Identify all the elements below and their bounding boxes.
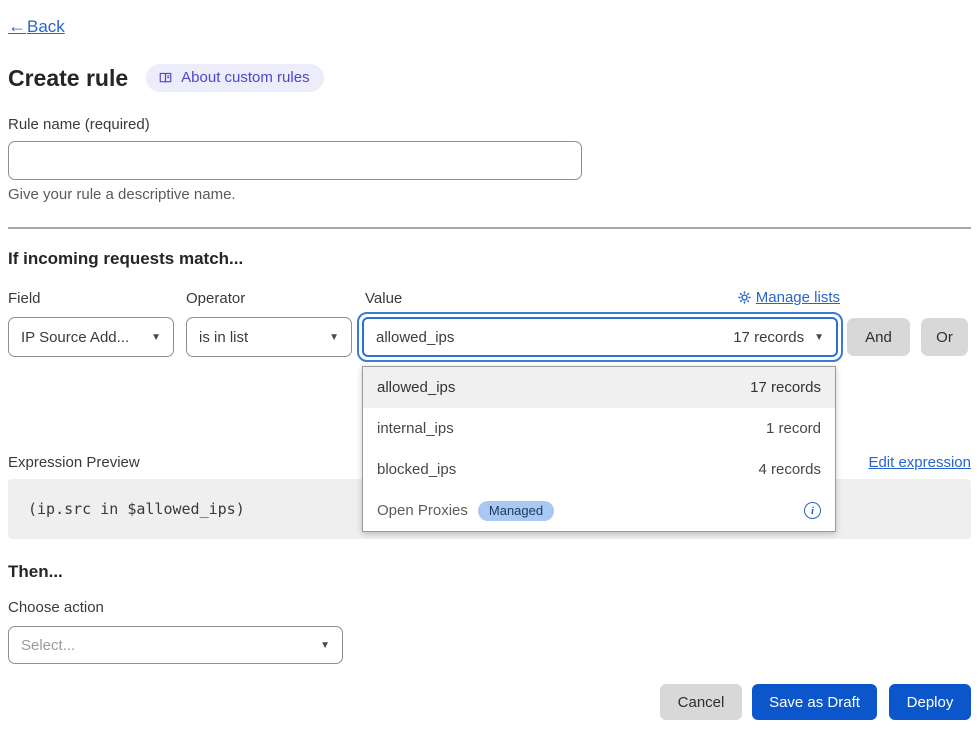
rule-name-help-text: Give your rule a descriptive name. — [8, 186, 236, 203]
create-rule-page: ←Back Create rule About custom rules Rul… — [0, 0, 979, 739]
managed-badge: Managed — [478, 501, 554, 521]
rule-name-input[interactable] — [8, 141, 582, 180]
field-select-value: IP Source Add... — [21, 329, 129, 346]
match-section-heading: If incoming requests match... — [8, 249, 243, 269]
operator-select-value: is in list — [199, 329, 248, 346]
edit-expression-link[interactable]: Edit expression — [868, 454, 971, 471]
field-select[interactable]: IP Source Add... ▼ — [8, 317, 174, 357]
about-custom-rules-link[interactable]: About custom rules — [146, 64, 323, 92]
then-section-heading: Then... — [8, 562, 63, 582]
deploy-button[interactable]: Deploy — [889, 684, 971, 720]
action-select-placeholder: Select... — [21, 637, 75, 654]
expression-code: (ip.src in $allowed_ips) — [28, 500, 245, 518]
manage-lists-label: Manage lists — [756, 289, 840, 306]
chevron-down-icon: ▼ — [329, 332, 339, 343]
value-select-record-count: 17 records — [733, 329, 804, 346]
list-option-allowed-ips[interactable]: allowed_ips 17 records — [363, 367, 835, 408]
value-select[interactable]: allowed_ips 17 records ▼ — [362, 317, 838, 357]
expression-preview-label: Expression Preview — [8, 454, 140, 471]
list-option-name: Open Proxies — [377, 502, 468, 519]
list-option-internal-ips[interactable]: internal_ips 1 record — [363, 408, 835, 449]
list-option-name: blocked_ips — [377, 461, 456, 478]
book-icon — [158, 71, 173, 85]
back-link[interactable]: ←Back — [8, 16, 65, 37]
chevron-down-icon: ▼ — [320, 640, 330, 651]
value-label: Value — [365, 290, 402, 307]
value-select-value: allowed_ips — [376, 329, 733, 346]
save-as-draft-button[interactable]: Save as Draft — [752, 684, 877, 720]
manage-lists-link[interactable]: Manage lists — [738, 289, 840, 306]
list-option-meta: 4 records — [758, 461, 821, 478]
operator-select[interactable]: is in list ▼ — [186, 317, 352, 357]
back-arrow-icon: ← — [8, 16, 26, 37]
chevron-down-icon: ▼ — [814, 332, 824, 343]
list-option-meta: 1 record — [766, 420, 821, 437]
rule-name-label: Rule name (required) — [8, 116, 150, 133]
list-option-name: allowed_ips — [377, 379, 455, 396]
title-row: Create rule About custom rules — [8, 64, 324, 92]
page-title: Create rule — [8, 65, 128, 92]
about-label: About custom rules — [181, 69, 309, 86]
section-divider — [8, 227, 971, 229]
or-button[interactable]: Or — [921, 318, 968, 356]
and-button[interactable]: And — [847, 318, 910, 356]
list-option-name: internal_ips — [377, 420, 454, 437]
choose-action-label: Choose action — [8, 599, 104, 616]
info-icon[interactable]: i — [804, 502, 821, 519]
gear-icon — [738, 291, 751, 304]
list-option-blocked-ips[interactable]: blocked_ips 4 records — [363, 449, 835, 490]
action-select[interactable]: Select... ▼ — [8, 626, 343, 664]
operator-label: Operator — [186, 290, 245, 307]
cancel-button[interactable]: Cancel — [660, 684, 742, 720]
field-label: Field — [8, 290, 41, 307]
list-option-open-proxies[interactable]: Open Proxies Managed i — [363, 490, 835, 531]
value-select-focus-ring: allowed_ips 17 records ▼ — [357, 312, 843, 362]
list-option-meta: 17 records — [750, 379, 821, 396]
list-dropdown-menu: allowed_ips 17 records internal_ips 1 re… — [362, 366, 836, 532]
chevron-down-icon: ▼ — [151, 332, 161, 343]
back-label: Back — [27, 17, 65, 37]
